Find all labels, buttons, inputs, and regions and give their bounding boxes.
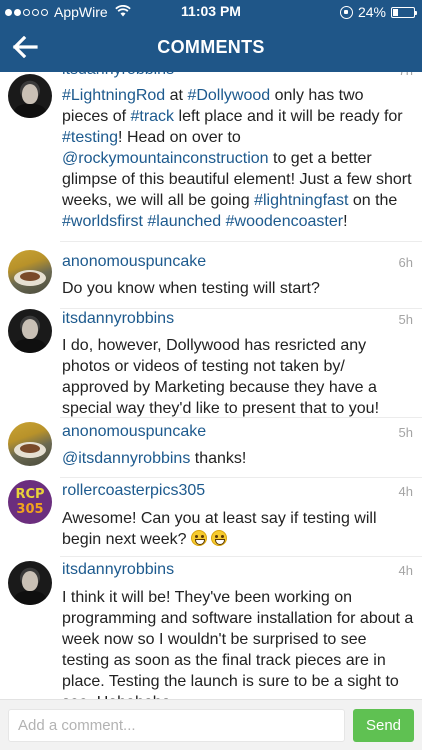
comment-text: Do you know when testing will start? xyxy=(62,278,414,299)
comment-username[interactable]: anonomouspuncake xyxy=(62,253,206,271)
comment-link[interactable]: #track xyxy=(130,108,174,125)
comment-link[interactable]: #worldsfirst xyxy=(62,213,143,230)
comment-timestamp: 6h xyxy=(398,255,413,270)
comment-timestamp: 4h xyxy=(398,484,413,499)
avatar[interactable] xyxy=(8,422,52,466)
divider xyxy=(60,417,422,418)
comment-username[interactable]: itsdannyrobbins xyxy=(62,72,174,79)
comment-link[interactable]: #Dollywood xyxy=(187,87,270,104)
back-button[interactable] xyxy=(10,33,40,61)
comment-link[interactable]: #LightningRod xyxy=(62,87,165,104)
comment-text-segment: Do you know when testing will start? xyxy=(62,280,320,297)
divider xyxy=(60,477,422,478)
comment-text-segment: ! xyxy=(343,213,348,230)
avatar[interactable] xyxy=(8,74,52,118)
comment-link[interactable]: @itsdannyrobbins xyxy=(62,450,190,467)
comment-text: @itsdannyrobbins thanks! xyxy=(62,448,414,469)
comment-username[interactable]: itsdannyrobbins xyxy=(62,561,174,579)
comment-text: #LightningRod at #Dollywood only has two… xyxy=(62,85,414,232)
header: COMMENTS xyxy=(0,22,422,72)
comment-text-segment: at xyxy=(165,87,188,104)
divider xyxy=(60,241,422,242)
comment-link[interactable]: @rockymountainconstruction xyxy=(62,150,269,167)
avatar[interactable] xyxy=(8,250,52,294)
comment-input[interactable] xyxy=(8,709,345,742)
comment-timestamp: 5h xyxy=(398,425,413,440)
comment-link[interactable]: #woodencoaster xyxy=(226,213,343,230)
avatar[interactable]: RCP 305 xyxy=(8,480,52,524)
grinning-emoji-icon xyxy=(211,530,228,546)
battery-icon xyxy=(391,6,417,18)
comment-text-segment: left place and it will be ready for xyxy=(174,108,403,125)
rotation-lock-icon xyxy=(339,5,353,19)
comment-text-segment: thanks! xyxy=(190,450,247,467)
comment-list[interactable]: itsdannyrobbins 7h #LightningRod at #Dol… xyxy=(0,72,422,699)
comment-text: I do, however, Dollywood has resricted a… xyxy=(62,335,414,419)
avatar[interactable] xyxy=(8,309,52,353)
avatar[interactable] xyxy=(8,561,52,605)
send-button[interactable]: Send xyxy=(353,709,414,742)
comment-composer: Send xyxy=(0,699,422,750)
battery-percent: 24% xyxy=(357,4,386,20)
comment-text-segment: I do, however, Dollywood has resricted a… xyxy=(62,337,380,417)
comment-timestamp: 4h xyxy=(398,563,413,578)
comment-timestamp: 7h xyxy=(399,72,413,78)
status-right: 24% xyxy=(339,4,417,20)
comment-timestamp: 5h xyxy=(398,312,413,327)
comment-text-segment: on the xyxy=(348,192,398,209)
comment-username[interactable]: anonomouspuncake xyxy=(62,423,206,441)
divider xyxy=(60,556,422,557)
divider xyxy=(60,308,422,309)
comment-text-segment: I think it will be! They've been working… xyxy=(62,589,414,699)
arrow-left-icon xyxy=(12,36,38,58)
comment-username[interactable]: rollercoasterpics305 xyxy=(62,482,205,500)
page-title: COMMENTS xyxy=(157,37,265,57)
status-bar: AppWire 11:03 PM 24% xyxy=(0,0,422,22)
avatar-text-bottom: 305 xyxy=(16,502,44,517)
grinning-emoji-icon xyxy=(190,530,207,546)
comment-text: Awesome! Can you at least say if testing… xyxy=(62,508,414,550)
comment-username[interactable]: itsdannyrobbins xyxy=(62,310,174,328)
comment-link[interactable]: #testing xyxy=(62,129,118,146)
comment-text-segment: ! Head on over to xyxy=(118,129,241,146)
comment-link[interactable]: #launched xyxy=(147,213,221,230)
avatar-text-top: RCP xyxy=(15,487,45,502)
comment-link[interactable]: #lightningfast xyxy=(254,192,348,209)
comment-text: I think it will be! They've been working… xyxy=(62,587,414,699)
